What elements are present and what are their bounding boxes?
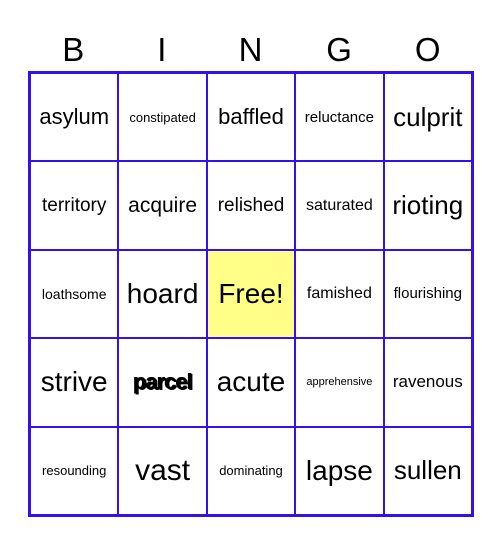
bingo-grid: asylum constipated baffled reluctance culpri… [28,71,474,517]
bingo-cell[interactable]: rioting [383,161,472,250]
bingo-cell[interactable]: baffled [206,73,296,162]
cell-label: apprehensive [306,376,373,389]
cell-label: resounding [42,463,107,479]
bingo-cell[interactable]: ravenous [383,338,472,427]
cell-label: saturated [306,196,373,214]
bingo-cell[interactable]: culprit [383,73,472,162]
cell-label: constipated [129,109,196,125]
bingo-cell[interactable]: territory [30,161,119,250]
bingo-cell[interactable]: famished [295,249,384,339]
cell-label: baffled [218,104,284,130]
cell-label: famished [306,284,372,302]
bingo-cell[interactable]: dominating [206,426,296,515]
cell-label: acute [216,366,286,398]
cell-label: territory [41,194,107,216]
cell-label: acquire [128,193,198,217]
cell-label: parcel [133,369,193,395]
header-letter-i: I [157,31,167,68]
bingo-cell[interactable]: relished [206,161,296,250]
cell-label: rioting [392,190,464,221]
header-letter-n: N [238,31,263,68]
cell-label: strive [40,366,108,398]
cell-label: ravenous [392,372,463,392]
cell-label: reluctance [304,108,374,126]
bingo-cell[interactable]: apprehensive [295,338,384,427]
cell-label: vast [135,453,191,487]
cell-label: culprit [393,101,463,132]
bingo-header: B I N G O [29,30,472,70]
bingo-cell[interactable]: reluctance [295,73,384,162]
cell-label: Free! [218,277,284,309]
cell-label: lapse [305,454,373,486]
cell-label: hoard [126,277,199,309]
bingo-cell[interactable]: resounding [30,426,119,515]
cell-label: loathsome [41,285,107,302]
cell-label: sullen [393,455,462,486]
bingo-cell[interactable]: parcel [118,338,207,427]
bingo-cell[interactable]: saturated [295,161,384,250]
bingo-cell[interactable]: asylum [30,73,119,162]
bingo-cell[interactable]: acute [206,338,296,427]
bingo-cell[interactable]: vast [118,426,207,515]
bingo-cell[interactable]: strive [30,338,119,427]
header-letter-b: B [62,31,85,68]
cell-label: dominating [219,463,283,479]
bingo-cell[interactable]: lapse [295,426,384,515]
cell-label: relished [217,194,285,216]
cell-label: flourishing [393,285,462,303]
cell-label: asylum [39,104,110,130]
bingo-cell[interactable]: sullen [383,426,472,515]
bingo-cell[interactable]: flourishing [383,249,472,339]
bingo-cell[interactable]: hoard [118,249,207,339]
bingo-cell[interactable]: constipated [118,73,207,162]
free-space-cell[interactable]: Free! [206,249,296,339]
header-letter-g: G [326,31,352,68]
bingo-cell[interactable]: acquire [118,161,207,250]
bingo-cell[interactable]: loathsome [30,249,119,339]
header-letter-o: O [414,31,441,68]
